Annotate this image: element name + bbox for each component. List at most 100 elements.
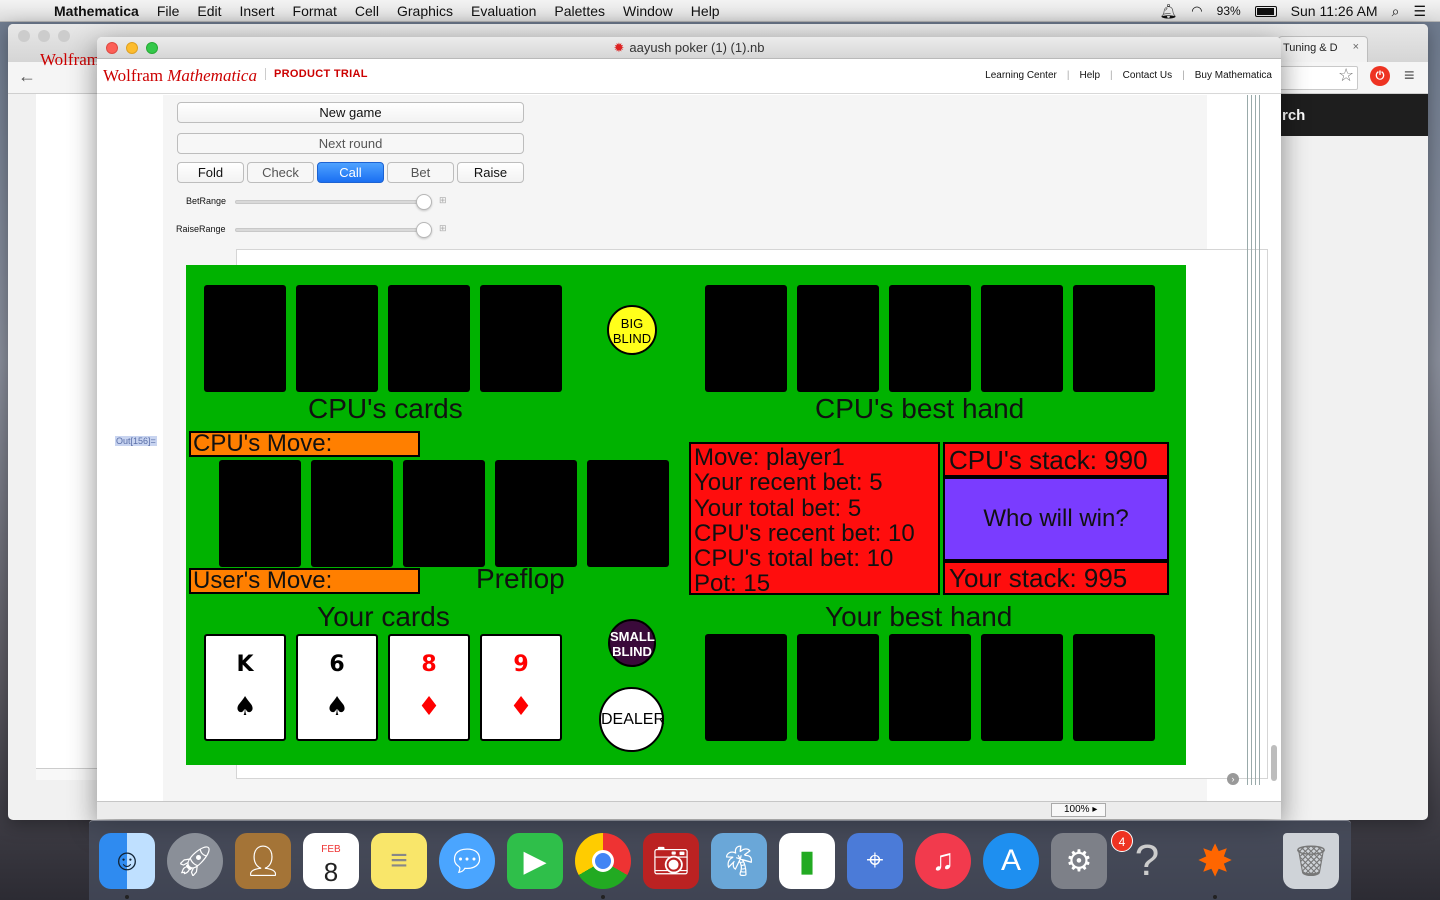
spotlight-search-icon[interactable]: ⌕ [1392, 3, 1400, 20]
keynote-icon[interactable]: ⌖ [847, 833, 903, 889]
chrome-page-wolfram-logo: Wolfram [40, 50, 100, 69]
adblock-icon[interactable]: ⏻ [1370, 66, 1390, 86]
your-card-3: 8 ♦ [388, 634, 470, 741]
window-title: aayush poker (1) (1).nb [629, 40, 765, 55]
community-card-3 [403, 460, 485, 567]
output-label[interactable]: Out[156]= [115, 436, 157, 446]
menu-app-name[interactable]: Mathematica [54, 3, 139, 19]
trash-icon[interactable]: 🗑︎ [1283, 833, 1339, 889]
back-arrow-icon[interactable]: ← [18, 66, 36, 87]
star-icon[interactable]: ☆ [1338, 65, 1354, 86]
bet-range-expand-icon[interactable]: ⊞ [439, 195, 447, 206]
cpu-card-1 [204, 285, 286, 392]
chrome-close-button[interactable] [18, 30, 30, 42]
maximize-button[interactable] [146, 42, 158, 54]
photobooth-icon[interactable]: 📷︎ [643, 833, 699, 889]
menu-graphics[interactable]: Graphics [397, 3, 453, 19]
menu-edit[interactable]: Edit [197, 3, 221, 19]
cell-brackets[interactable] [1239, 95, 1279, 801]
cell-insertion-icon[interactable]: › [1227, 773, 1239, 785]
close-icon[interactable]: × [1353, 41, 1359, 53]
close-button[interactable] [106, 42, 118, 54]
finder-icon[interactable]: ☺ [99, 833, 155, 889]
iphoto-icon[interactable]: 🌴︎ [711, 833, 767, 889]
chrome-minimize-button[interactable] [38, 30, 50, 42]
bet-info-box: Move: player1 Your recent bet: 5 Your to… [689, 442, 940, 595]
cpu-best-hand-label: CPU's best hand [815, 393, 1025, 424]
menu-window[interactable]: Window [623, 3, 673, 19]
minimize-button[interactable] [126, 42, 138, 54]
launchpad-icon[interactable]: 🚀︎ [167, 833, 223, 889]
system-preferences-icon[interactable]: ⚙ [1051, 833, 1107, 889]
notification-center-icon[interactable]: ☰ [1413, 3, 1426, 20]
fold-button[interactable]: Fold [177, 162, 244, 183]
bet-range-slider-thumb[interactable] [416, 194, 432, 210]
banner-links: Learning Center | Help | Contact Us | Buy M… [985, 70, 1272, 81]
your-best-hand-label: Your best hand [825, 601, 1013, 632]
facetime-icon[interactable]: ▶ [507, 833, 563, 889]
window-title-bar[interactable]: ✹ aayush poker (1) (1).nb [97, 37, 1281, 59]
mathematica-icon[interactable]: ✸ [1187, 833, 1243, 889]
help-icon[interactable]: ? [1119, 833, 1175, 889]
notes-icon[interactable]: ≡ [371, 833, 427, 889]
menu-palettes[interactable]: Palettes [554, 3, 605, 19]
stage-label: Preflop [476, 563, 565, 594]
learning-center-link[interactable]: Learning Center [985, 70, 1057, 81]
wifi-icon[interactable]: ◠ [1191, 3, 1202, 19]
contact-us-link[interactable]: Contact Us [1123, 70, 1172, 81]
calendar-icon[interactable]: FEB 8 [303, 833, 359, 889]
raise-range-slider-thumb[interactable] [416, 222, 432, 238]
zoom-selector[interactable]: 100% ▸ [1051, 803, 1106, 817]
messages-icon[interactable]: 💬︎ [439, 833, 495, 889]
menu-insert[interactable]: Insert [240, 3, 275, 19]
menu-extras: 🔔︎ ◠ 93% Sun 11:26 AM ⌕ ☰ [1160, 0, 1426, 22]
clock[interactable]: Sun 11:26 AM [1291, 3, 1378, 19]
check-button[interactable]: Check [247, 162, 314, 183]
cpu-best-card-4 [981, 285, 1063, 392]
info-pot: Pot: 15 [694, 570, 771, 595]
itunes-icon[interactable]: ♫ [915, 833, 971, 889]
product-trial-label: PRODUCT TRIAL [265, 68, 368, 80]
chrome-icon[interactable] [575, 833, 631, 889]
raise-button[interactable]: Raise [457, 162, 524, 183]
menu-cell[interactable]: Cell [355, 3, 379, 19]
buy-mathematica-link[interactable]: Buy Mathematica [1195, 70, 1272, 81]
your-card-2: 6 ♠ [296, 634, 378, 741]
community-card-2 [311, 460, 393, 567]
bet-button[interactable]: Bet [387, 162, 454, 183]
next-round-button[interactable]: Next round [177, 133, 524, 154]
info-your-total-bet: Your total bet: 5 [694, 494, 862, 522]
menu-help[interactable]: Help [691, 3, 720, 19]
notification-bell-icon[interactable]: 🔔︎ [1160, 3, 1178, 20]
finder-running-dot [125, 895, 129, 899]
spade-icon: ♠ [325, 692, 349, 722]
menu-file[interactable]: File [157, 3, 180, 19]
contacts-icon[interactable]: 👤︎ [235, 833, 291, 889]
small-blind-chip: SMALL BLIND [608, 619, 656, 667]
numbers-icon[interactable]: ▮ [779, 833, 835, 889]
cpu-best-card-2 [797, 285, 879, 392]
raise-range-slider[interactable] [235, 228, 430, 232]
chrome-menu-icon[interactable]: ≡ [1404, 65, 1415, 86]
new-game-button[interactable]: New game [177, 102, 524, 123]
menu-evaluation[interactable]: Evaluation [471, 3, 536, 19]
chrome-tab[interactable]: Tuning & D × [1278, 36, 1368, 62]
community-card-4 [495, 460, 577, 567]
cpu-card-4 [480, 285, 562, 392]
battery-icon[interactable] [1254, 5, 1277, 17]
user-stack-box: Your stack: 995 [943, 561, 1169, 595]
vertical-scrollbar[interactable] [1271, 745, 1277, 781]
appstore-icon[interactable]: A [983, 833, 1039, 889]
help-link[interactable]: Help [1079, 70, 1100, 81]
info-cpu-recent-bet: CPU's recent bet: 10 [694, 519, 915, 547]
dealer-button: DEALER [599, 687, 665, 752]
chrome-running-dot [601, 895, 605, 899]
dock: ☺ 🚀︎ 👤︎ FEB 8 ≡ 💬︎ ▶ 📷︎ 🌴︎ ▮ ⌖ ♫ A 4 ⚙ ? … [89, 820, 1351, 900]
call-button[interactable]: Call [317, 162, 384, 183]
raise-range-expand-icon[interactable]: ⊞ [439, 223, 447, 234]
bet-range-slider[interactable] [235, 200, 430, 204]
battery-percent[interactable]: 93% [1217, 4, 1241, 18]
your-card-4: 9 ♦ [480, 634, 562, 741]
chrome-maximize-button[interactable] [58, 30, 70, 42]
menu-format[interactable]: Format [293, 3, 337, 19]
